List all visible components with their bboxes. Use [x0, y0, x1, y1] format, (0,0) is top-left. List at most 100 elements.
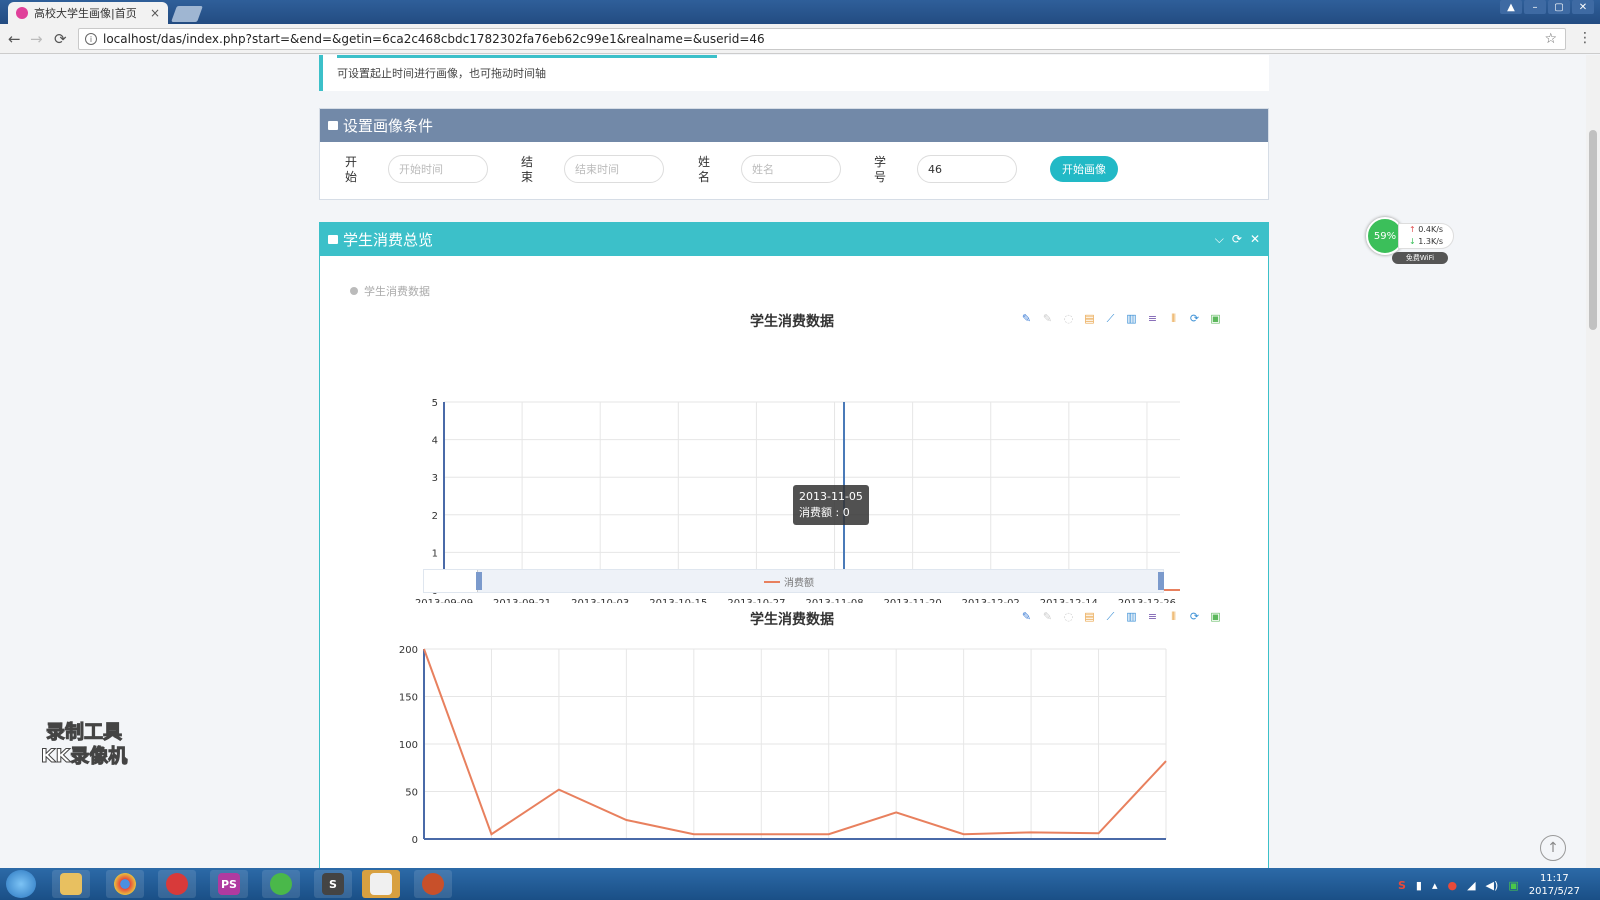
chart2-toolbox: ✎ ✎ ◌ ▤ ⟋ ▥ ≡ ⫴ ⟳ ▣ [1019, 609, 1223, 624]
start-time-input[interactable] [388, 155, 488, 183]
folder-icon [328, 235, 338, 244]
stack-icon[interactable]: ≡ [1145, 609, 1160, 624]
browser-tab-active[interactable]: 高校大学生画像|首页 × [8, 2, 168, 24]
mark-undo-icon[interactable]: ✎ [1040, 311, 1055, 326]
refresh-panel-icon[interactable]: ⟳ [1232, 232, 1242, 247]
name-input[interactable] [741, 155, 841, 183]
taskbar-phpstorm[interactable]: PS [210, 870, 248, 898]
browser-menu-icon[interactable]: ⋮ [1578, 30, 1592, 46]
mark-icon[interactable]: ✎ [1019, 609, 1034, 624]
tip-box: 可设置起止时间进行画像，也可拖动时间轴 [319, 55, 1269, 91]
bar-chart-icon[interactable]: ▥ [1124, 311, 1139, 326]
folder-app-icon [60, 873, 82, 895]
start-profile-button[interactable]: 开始画像 [1050, 156, 1118, 182]
x-tick-label: 2013-11-20 [884, 598, 942, 603]
mark-icon[interactable]: ✎ [1019, 311, 1034, 326]
y-tick-label: 50 [405, 788, 418, 799]
y-tick-label: 200 [399, 645, 418, 656]
minimize-icon[interactable]: – [1524, 0, 1546, 14]
signal-icon[interactable]: ◢ [1467, 879, 1475, 892]
battery-icon[interactable]: ▮ [1416, 879, 1422, 892]
sogou-icon[interactable]: S [1398, 879, 1406, 892]
x-tick-label: 2013-10-03 [571, 598, 629, 603]
chart1-title: 学生消费数据 [750, 314, 834, 330]
taskbar-java[interactable] [362, 870, 400, 898]
datazoom-left-handle[interactable] [476, 572, 482, 590]
condition-panel-title: 设置画像条件 [343, 117, 434, 135]
line-chart-icon[interactable]: ⟋ [1103, 311, 1118, 326]
start-button[interactable] [6, 870, 36, 898]
tiled-icon[interactable]: ⫴ [1166, 311, 1181, 326]
end-time-input[interactable] [564, 155, 664, 183]
data-view-icon[interactable]: ▤ [1082, 311, 1097, 326]
stack-icon[interactable]: ≡ [1145, 311, 1160, 326]
page-scrollbar[interactable] [1586, 55, 1600, 868]
reload-icon[interactable]: ⟳ [54, 30, 67, 48]
tab-title: 高校大学生画像|首页 [34, 7, 137, 20]
data-view-icon[interactable]: ▤ [1082, 609, 1097, 624]
bookmark-star-icon[interactable]: ☆ [1544, 31, 1557, 47]
chrome-icon [114, 873, 136, 895]
info-icon[interactable]: i [85, 33, 97, 45]
music-app-icon [166, 873, 188, 895]
mark-clear-icon[interactable]: ◌ [1061, 609, 1076, 624]
save-image-icon[interactable]: ▣ [1208, 609, 1223, 624]
save-image-icon[interactable]: ▣ [1208, 311, 1223, 326]
address-bar[interactable]: i localhost/das/index.php?start=&end=&ge… [78, 28, 1566, 50]
chart-legend[interactable]: 学生消费数据 [350, 283, 430, 299]
taskbar-chrome[interactable] [106, 870, 144, 898]
datazoom-line-icon [764, 580, 780, 583]
tray-expand-icon[interactable]: ▴ [1432, 879, 1438, 892]
student-id-input[interactable] [917, 155, 1017, 183]
user-icon[interactable]: ▲ [1500, 0, 1522, 14]
back-icon[interactable]: ← [8, 30, 21, 48]
overview-panel-header: 学生消费总览 ⌵ ⟳ ✕ [320, 223, 1268, 256]
datazoom-window[interactable] [424, 570, 478, 592]
collapse-icon[interactable]: ⌵ [1215, 232, 1224, 247]
tab-close-icon[interactable]: × [150, 6, 160, 20]
overview-panel: 学生消费总览 ⌵ ⟳ ✕ 学生消费数据 学生消费数据 ✎ ✎ ◌ ▤ ⟋ ▥ ≡… [319, 222, 1269, 868]
overview-panel-title: 学生消费总览 [343, 231, 434, 249]
restore-icon[interactable]: ⟳ [1187, 311, 1202, 326]
tip-top-strip [337, 55, 717, 58]
system-tray: S ▮ ▴ ● ◢ ◀) ▣ 11:17 2017/5/27 [1398, 872, 1580, 898]
datazoom-right-handle[interactable] [1158, 572, 1164, 590]
back-to-top-icon[interactable]: ↑ [1540, 835, 1566, 861]
series-line [423, 648, 1167, 836]
forward-icon[interactable]: → [30, 30, 43, 48]
line-chart-icon[interactable]: ⟋ [1103, 609, 1118, 624]
y-tick-label: 2 [432, 511, 438, 522]
x-tick-label: 2013-10-27 [727, 598, 785, 603]
taskbar-music[interactable] [158, 870, 196, 898]
y-tick-label: 1 [432, 548, 438, 559]
x-tick-label: 2013-12-26 [1118, 598, 1176, 603]
taskbar-explorer[interactable] [52, 870, 90, 898]
page-content: 可设置起止时间进行画像，也可拖动时间轴 设置画像条件 开始 结束 姓名 学号 开… [0, 55, 1586, 868]
scrollbar-thumb[interactable] [1589, 130, 1597, 330]
taskbar-360[interactable] [262, 870, 300, 898]
window-close-icon[interactable]: ✕ [1572, 0, 1594, 14]
security-icon[interactable]: ● [1447, 879, 1457, 892]
clock[interactable]: 11:17 2017/5/27 [1529, 872, 1580, 898]
taskbar-sublime[interactable]: S [314, 870, 352, 898]
x-tick-label: 2013-10-15 [649, 598, 707, 603]
datazoom-slider[interactable]: 消费额 [423, 569, 1164, 593]
new-tab-button[interactable] [171, 6, 203, 22]
close-panel-icon[interactable]: ✕ [1250, 232, 1260, 247]
down-speed: 1.3K/s [1418, 237, 1444, 246]
tiled-icon[interactable]: ⫴ [1166, 609, 1181, 624]
chart1-toolbox: ✎ ✎ ◌ ▤ ⟋ ▥ ≡ ⫴ ⟳ ▣ [1019, 311, 1223, 326]
network-speed-widget[interactable]: 59% ↑ 0.4K/s ↓ 1.3K/s 免费WiFi [1366, 217, 1454, 264]
taskbar-game[interactable] [414, 870, 452, 898]
student-id-label: 学号 [873, 155, 886, 184]
maximize-icon[interactable]: ▢ [1548, 0, 1570, 14]
network-icon[interactable]: ▣ [1508, 879, 1518, 892]
bar-chart-icon[interactable]: ▥ [1124, 609, 1139, 624]
mark-undo-icon[interactable]: ✎ [1040, 609, 1055, 624]
restore-icon[interactable]: ⟳ [1187, 609, 1202, 624]
mark-clear-icon[interactable]: ◌ [1061, 311, 1076, 326]
y-tick-label: 3 [432, 473, 438, 484]
condition-panel-header: 设置画像条件 [320, 109, 1268, 142]
volume-icon[interactable]: ◀) [1486, 879, 1499, 892]
network-speeds: ↑ 0.4K/s ↓ 1.3K/s [1398, 223, 1454, 249]
